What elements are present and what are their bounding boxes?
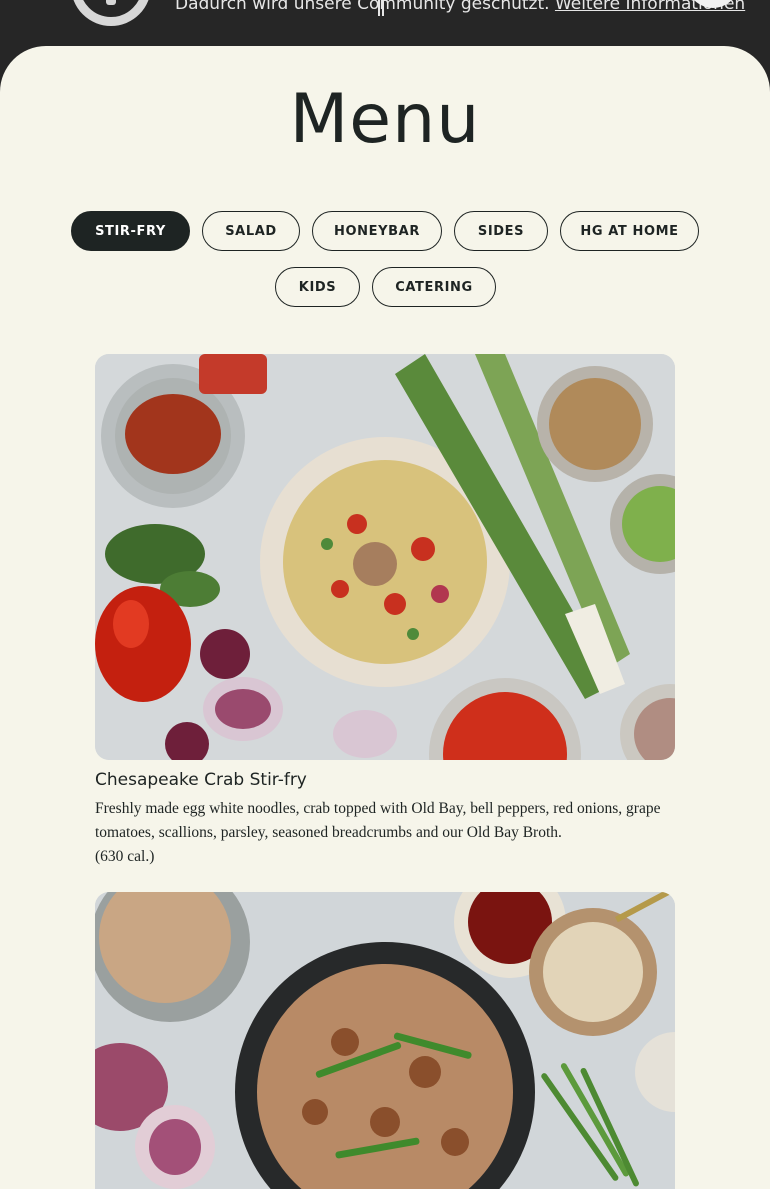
text-cursor-icon bbox=[378, 0, 384, 16]
item-name[interactable]: Chesapeake Crab Stir-fry bbox=[95, 770, 307, 790]
info-icon bbox=[71, 0, 151, 26]
tab-catering[interactable]: CATERING bbox=[372, 267, 496, 307]
item-image-second-dish[interactable] bbox=[95, 892, 675, 1189]
item-description: Freshly made egg white noodles, crab top… bbox=[95, 797, 675, 869]
tab-stir-fry[interactable]: STIR-FRY bbox=[71, 211, 190, 251]
tab-hg-at-home[interactable]: HG AT HOME bbox=[560, 211, 699, 251]
tab-sides[interactable]: SIDES bbox=[454, 211, 548, 251]
tab-honeybar[interactable]: HONEYBAR bbox=[312, 211, 442, 251]
second-dish-photo bbox=[95, 892, 675, 1189]
tab-kids[interactable]: KIDS bbox=[275, 267, 360, 307]
notice-message: Dadurch wird unsere Community geschützt. bbox=[175, 0, 550, 14]
notice-text: Dadurch wird unsere Community geschützt.… bbox=[175, 0, 745, 14]
item-image-crab-stir-fry[interactable] bbox=[95, 354, 675, 760]
tab-salad[interactable]: SALAD bbox=[202, 211, 300, 251]
item-calories: (630 cal.) bbox=[95, 848, 155, 865]
crab-stir-fry-photo bbox=[95, 354, 675, 760]
item-description-text: Freshly made egg white noodles, crab top… bbox=[95, 800, 661, 841]
page-title: Menu bbox=[289, 80, 481, 159]
menu-panel: Menu STIR-FRY SALAD HONEYBAR SIDES HG AT… bbox=[0, 46, 770, 1189]
